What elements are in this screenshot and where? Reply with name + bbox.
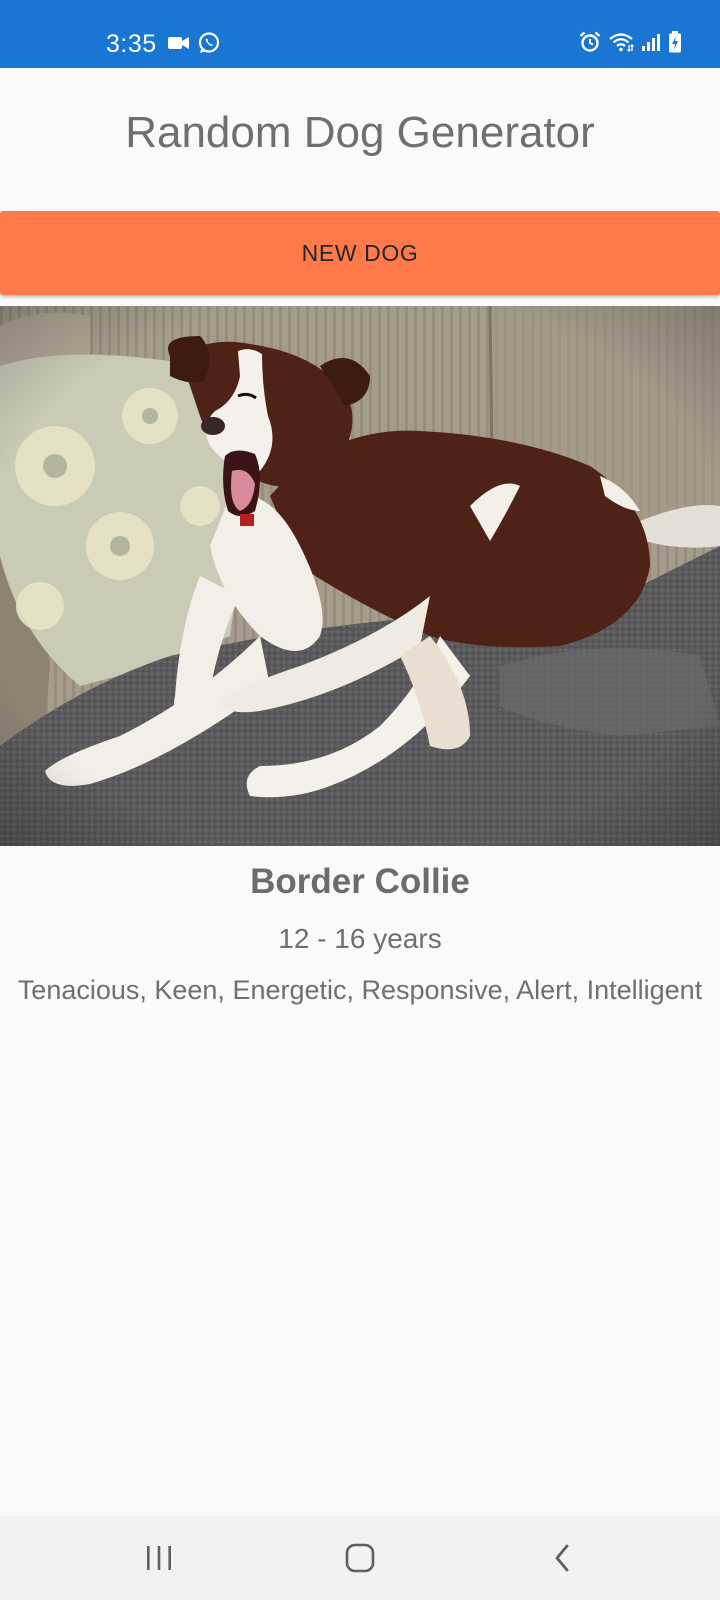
recent-apps-icon — [145, 1545, 173, 1571]
temperament: Tenacious, Keen, Energetic, Responsive, … — [17, 975, 703, 1005]
status-time: 3:35 — [106, 30, 157, 58]
breed-name: Border Collie — [250, 862, 470, 901]
status-right-icons — [579, 31, 682, 53]
video-camera-icon — [168, 35, 190, 51]
home-button[interactable] — [335, 1536, 385, 1580]
new-dog-button[interactable]: NEW DOG — [0, 211, 720, 295]
status-left-icons — [168, 31, 221, 55]
battery-charging-icon — [668, 31, 682, 53]
signal-icon — [641, 32, 661, 52]
back-button[interactable] — [537, 1536, 587, 1580]
alarm-icon — [579, 31, 601, 53]
status-bar: 3:35 — [0, 0, 720, 68]
dog-photo — [0, 306, 720, 846]
wifi-icon — [608, 32, 634, 52]
recent-apps-button[interactable] — [134, 1536, 184, 1580]
home-icon — [345, 1543, 375, 1573]
navigation-bar — [0, 1516, 720, 1600]
whatsapp-icon — [197, 31, 221, 55]
life-span: 12 - 16 years — [278, 923, 442, 954]
back-icon — [552, 1543, 572, 1573]
page-title: Random Dog Generator — [125, 108, 595, 157]
